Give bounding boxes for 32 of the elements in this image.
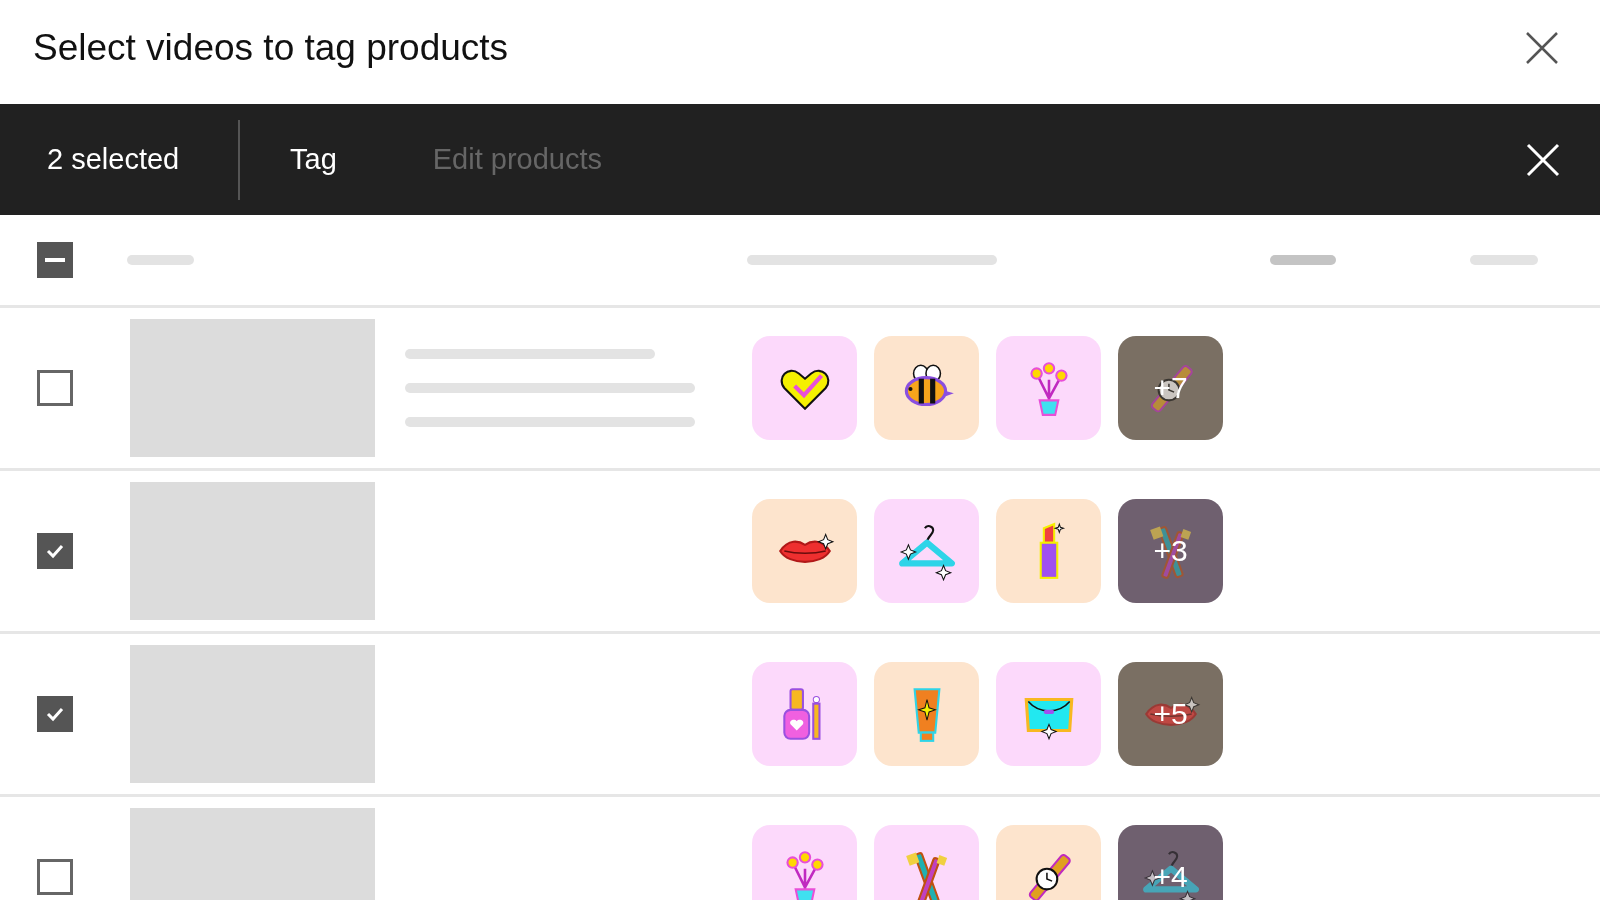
product-tile[interactable] [996, 825, 1101, 900]
placeholder-bar [1470, 255, 1538, 265]
product-tile[interactable] [752, 662, 857, 766]
action-button[interactable]: Tag [290, 137, 337, 182]
close-icon[interactable] [1524, 30, 1560, 66]
checkbox[interactable] [37, 370, 73, 406]
dialog-title: Select videos to tag products [33, 26, 509, 70]
product-tile[interactable] [874, 499, 979, 603]
more-products-tile[interactable]: +3 [1118, 499, 1223, 603]
more-products-tile[interactable]: +7 [1118, 336, 1223, 440]
product-tile[interactable] [996, 499, 1101, 603]
product-tile[interactable] [874, 336, 979, 440]
product-tile[interactable] [996, 662, 1101, 766]
product-tile[interactable] [874, 825, 979, 900]
selected-count: 2 selected [46, 141, 181, 177]
placeholder-bar [127, 255, 194, 265]
more-count: +7 [1153, 373, 1188, 403]
more-count: +4 [1153, 862, 1188, 892]
checkbox[interactable] [37, 859, 73, 895]
more-products-tile[interactable]: +5 [1118, 662, 1223, 766]
checkbox[interactable] [37, 696, 73, 732]
more-products-tile[interactable]: +4 [1118, 825, 1223, 900]
placeholder-bar [1270, 255, 1336, 265]
product-tile[interactable] [874, 662, 979, 766]
checkbox[interactable] [37, 242, 73, 278]
more-count: +3 [1153, 536, 1188, 566]
product-tile[interactable] [752, 825, 857, 900]
product-tile[interactable] [752, 336, 857, 440]
product-tile[interactable] [996, 336, 1101, 440]
product-tile[interactable] [752, 499, 857, 603]
more-count: +5 [1153, 699, 1188, 729]
checkbox[interactable] [37, 533, 73, 569]
